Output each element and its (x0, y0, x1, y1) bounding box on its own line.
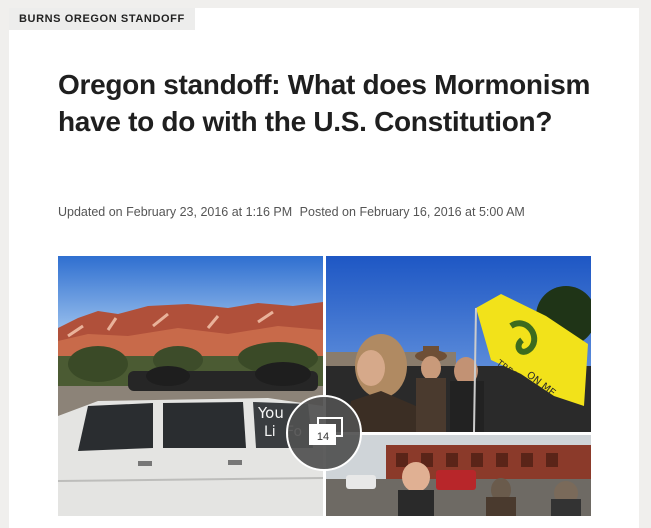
category-tag[interactable]: BURNS OREGON STANDOFF (9, 8, 195, 30)
article-meta: Updated on February 23, 2016 at 1:16 PM … (58, 205, 529, 219)
photo-count-badge[interactable]: 14 (286, 395, 362, 471)
gallery-photo-town-street[interactable] (326, 435, 591, 516)
posted-timestamp: Posted on February 16, 2016 at 5:00 AM (299, 205, 525, 219)
flag-protest-image: TREAD ON ME (326, 256, 591, 432)
gallery-photo-suv-cliffs[interactable]: You Li Fo (58, 256, 323, 516)
gallery-photo-flag-protest[interactable]: TREAD ON ME (326, 256, 591, 432)
photo-gallery[interactable]: You Li Fo (58, 256, 592, 516)
updated-timestamp: Updated on February 23, 2016 at 1:16 PM (58, 205, 293, 219)
photo-count: 14 (316, 431, 330, 443)
svg-text:Li: Li (264, 424, 276, 440)
svg-text:You: You (257, 404, 284, 422)
town-street-image (326, 435, 591, 516)
article-headline: Oregon standoff: What does Mormonism hav… (58, 69, 591, 137)
suv-cliffs-image: You Li Fo (58, 256, 323, 516)
